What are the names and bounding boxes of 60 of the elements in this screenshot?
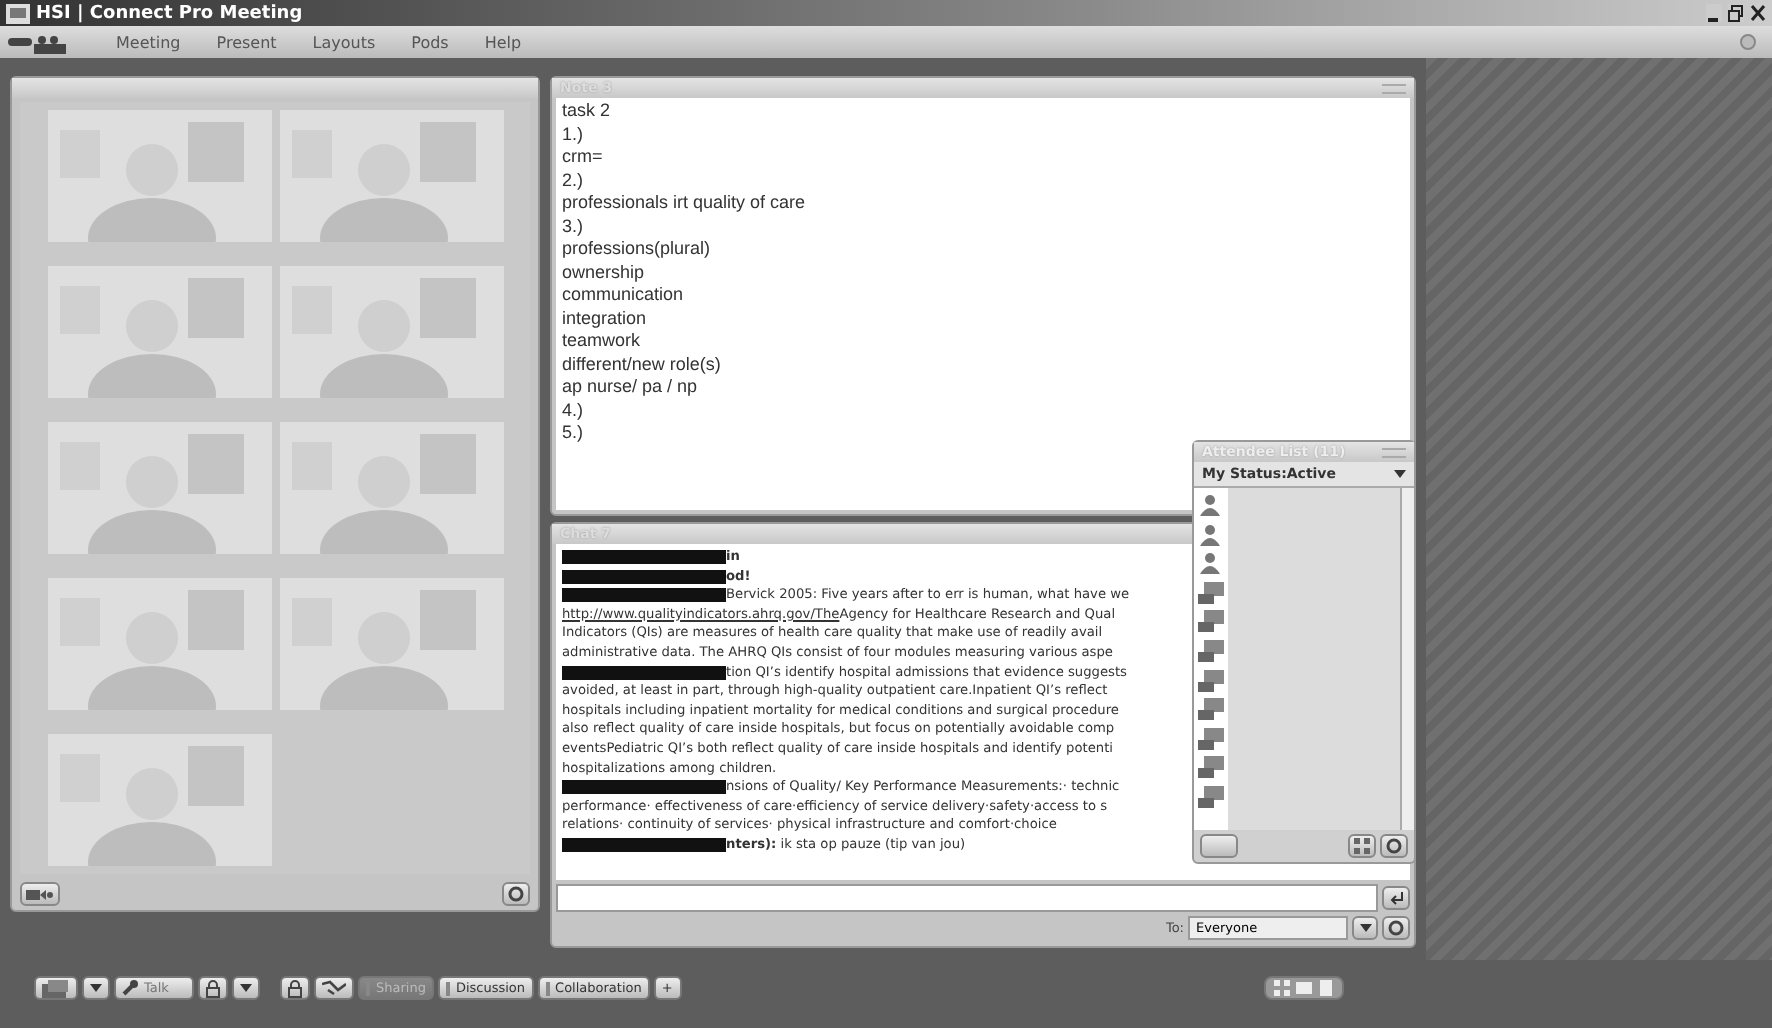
note-line: task 2 <box>562 100 611 120</box>
monitor-icon[interactable] <box>1198 785 1224 808</box>
enter-icon <box>1388 891 1404 905</box>
monitor-icon[interactable] <box>1198 756 1224 779</box>
dropdown-button[interactable] <box>82 976 110 1000</box>
app-icon <box>6 3 30 23</box>
caret-icon <box>240 984 252 992</box>
note-line: 4.) <box>562 399 584 419</box>
host-icon[interactable] <box>1198 552 1222 575</box>
close-icon[interactable] <box>1750 4 1766 22</box>
monitor-icon[interactable] <box>1198 698 1224 721</box>
microphone-icon <box>122 980 138 996</box>
window-title: HSI | Connect Pro Meeting <box>36 3 303 23</box>
note-line: 5.) <box>562 422 584 442</box>
menu-item[interactable]: Help <box>484 33 522 51</box>
status-button[interactable] <box>1200 834 1238 858</box>
minimize-icon[interactable] <box>1706 4 1722 22</box>
logo-icon[interactable] <box>8 31 68 53</box>
menu-item[interactable]: Pods <box>411 33 449 51</box>
monitor-icon[interactable] <box>1198 610 1224 633</box>
options-button[interactable] <box>1382 916 1410 940</box>
lock-button[interactable] <box>198 976 228 1000</box>
menu-item[interactable]: Layouts <box>312 33 376 51</box>
note-line: professionals irt quality of care <box>562 192 806 212</box>
note-line: communication <box>562 284 684 304</box>
dropdown-button[interactable] <box>232 976 260 1000</box>
monitor-icon[interactable] <box>1198 669 1224 692</box>
monitor-icon[interactable] <box>1198 581 1224 604</box>
host-icon[interactable] <box>1198 494 1222 516</box>
note-line: 2.) <box>562 169 584 189</box>
send-button[interactable] <box>1382 886 1410 910</box>
note-line: different/new role(s) <box>562 353 721 373</box>
menu-item[interactable]: Meeting <box>116 33 181 51</box>
monitor-icon[interactable] <box>1198 727 1224 750</box>
menu-item[interactable]: Present <box>216 33 277 51</box>
note-line: ownership <box>562 261 645 281</box>
lock-button[interactable] <box>280 976 310 1000</box>
note-line: professions(plural) <box>562 238 711 258</box>
camera-icon <box>26 887 54 901</box>
message-input-field[interactable] <box>556 884 1378 912</box>
caret-icon[interactable] <box>1394 470 1406 478</box>
grid-button[interactable] <box>1348 834 1376 858</box>
options-button[interactable] <box>1380 834 1408 858</box>
note-line: integration <box>562 307 647 327</box>
caret-icon <box>1359 924 1371 932</box>
host-icon[interactable] <box>1198 523 1222 546</box>
note-line: 3.) <box>562 215 584 235</box>
restore-icon[interactable] <box>1728 4 1744 22</box>
note-line: 1.) <box>562 123 584 143</box>
note-line: ap nurse/ pa / np <box>562 376 698 396</box>
scrollbar[interactable] <box>1400 488 1414 830</box>
monitor-icon[interactable] <box>1198 639 1224 662</box>
caret-icon <box>90 984 102 992</box>
note-line: crm= <box>562 146 603 166</box>
options-button[interactable] <box>502 882 530 906</box>
dropdown-button[interactable] <box>1352 916 1378 940</box>
camera-button[interactable] <box>20 882 60 906</box>
share-button[interactable] <box>34 976 78 1000</box>
handshake-button[interactable] <box>314 976 354 1000</box>
note-line: teamwork <box>562 330 641 350</box>
